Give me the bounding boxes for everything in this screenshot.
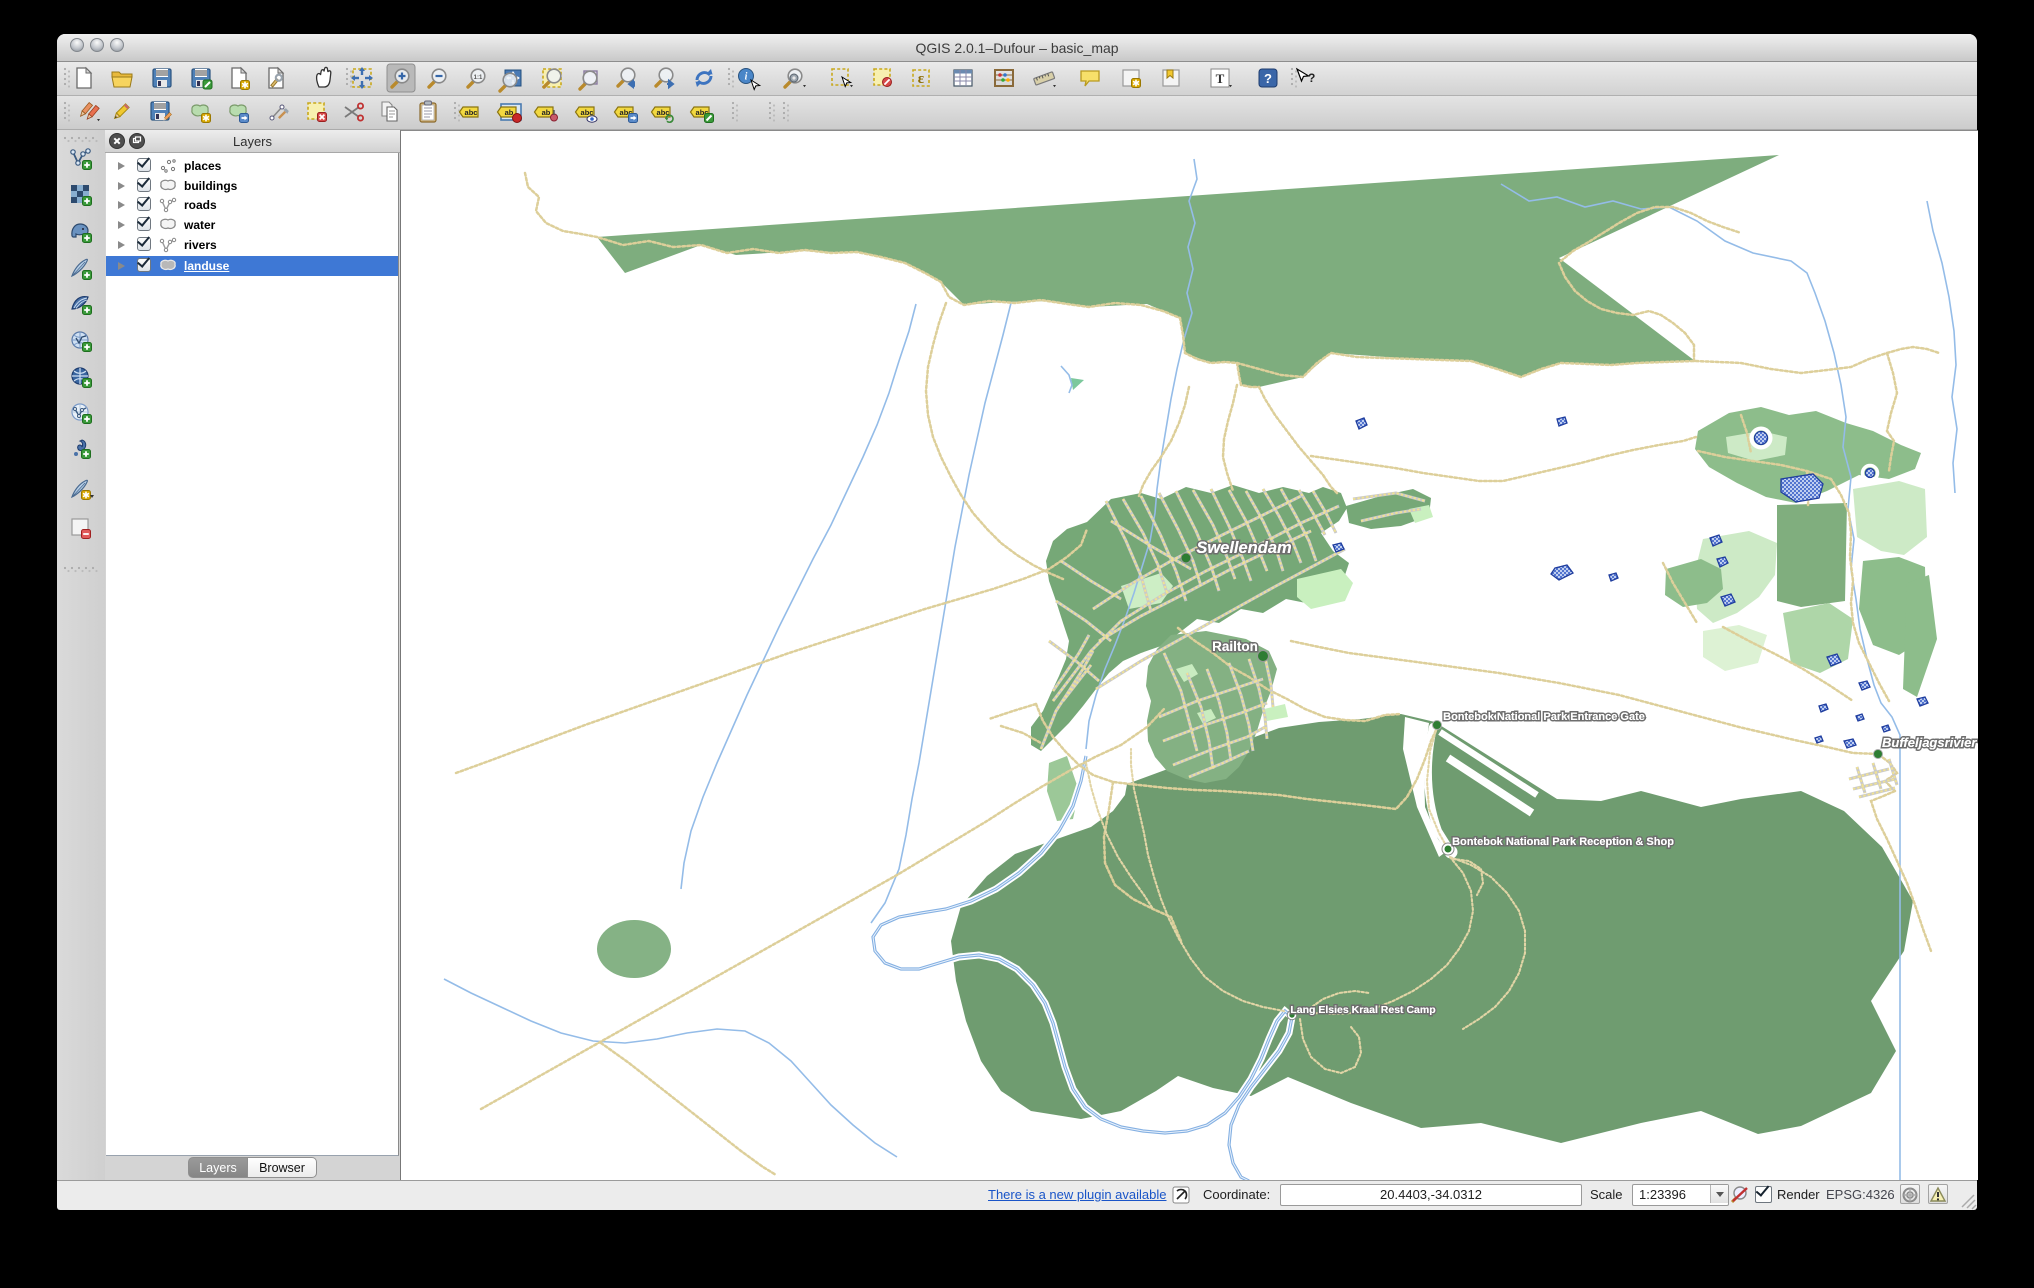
svg-text:1:1: 1:1: [474, 75, 483, 81]
svg-text:?: ?: [1264, 71, 1272, 86]
svg-text:i: i: [745, 72, 748, 83]
svg-text:ab: ab: [505, 108, 514, 117]
svg-text:Swellendam: Swellendam: [1196, 539, 1291, 557]
svg-text:ε: ε: [918, 71, 925, 87]
svg-text:Bontebok National Park Recepti: Bontebok National Park Reception & Shop: [1452, 836, 1674, 848]
svg-text:ab: ab: [542, 108, 551, 117]
svg-text:Buffeljagsrivier: Buffeljagsrivier: [1882, 735, 1977, 750]
svg-text:Bontebok National Park Entranc: Bontebok National Park Entrance Gate: [1443, 711, 1645, 723]
svg-text:?: ?: [1308, 71, 1315, 85]
svg-text:Lang Elsies Kraal Rest Camp: Lang Elsies Kraal Rest Camp: [1290, 1004, 1435, 1016]
svg-text:Railton: Railton: [1212, 639, 1258, 654]
svg-text:T: T: [1216, 71, 1225, 86]
svg-text:abc: abc: [465, 108, 478, 117]
